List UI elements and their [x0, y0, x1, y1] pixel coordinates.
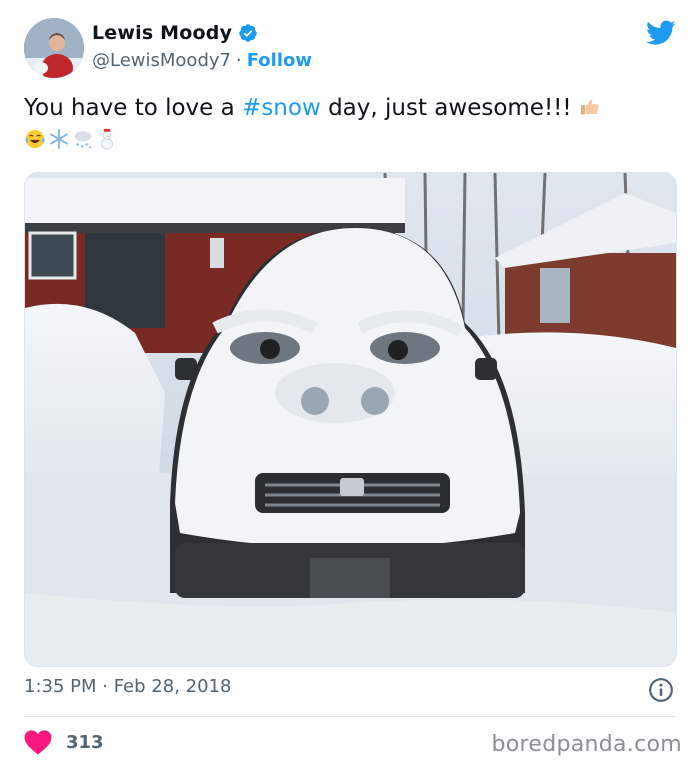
like-action[interactable]: 313 [24, 729, 104, 755]
divider [24, 716, 675, 717]
hashtag-link[interactable]: #snow [242, 95, 321, 121]
tweet-text-after: day, just awesome!!! [320, 95, 572, 121]
tweet-photo[interactable] [24, 172, 677, 667]
watermark: boredpanda.com [491, 732, 682, 757]
snowman-icon [101, 128, 113, 150]
tweet-timestamp[interactable]: 1:35 PM · Feb 28, 2018 [24, 676, 231, 697]
snowflake-icon [50, 128, 68, 150]
author-name[interactable]: Lewis Moody [92, 22, 232, 44]
like-count: 313 [66, 731, 104, 753]
tweet-text: You have to love a #snow day, just aweso… [24, 92, 674, 156]
snow-car-photo [25, 173, 676, 666]
face-with-tears-of-joy-icon [25, 129, 45, 149]
thumbs-up-emoji-icon [580, 99, 599, 115]
verified-badge-icon [239, 24, 257, 42]
info-icon[interactable] [648, 677, 674, 703]
avatar-image [24, 18, 84, 78]
twitter-bird-icon[interactable] [646, 20, 676, 46]
tweet-text-before: You have to love a [24, 95, 243, 121]
cloud-with-snow-icon [74, 131, 92, 149]
heart-icon[interactable] [24, 729, 52, 755]
author-handle[interactable]: @LewisMoody7 [92, 50, 231, 71]
follow-button[interactable]: Follow [247, 50, 312, 71]
avatar[interactable] [24, 18, 84, 78]
separator-dot: · [235, 50, 242, 71]
